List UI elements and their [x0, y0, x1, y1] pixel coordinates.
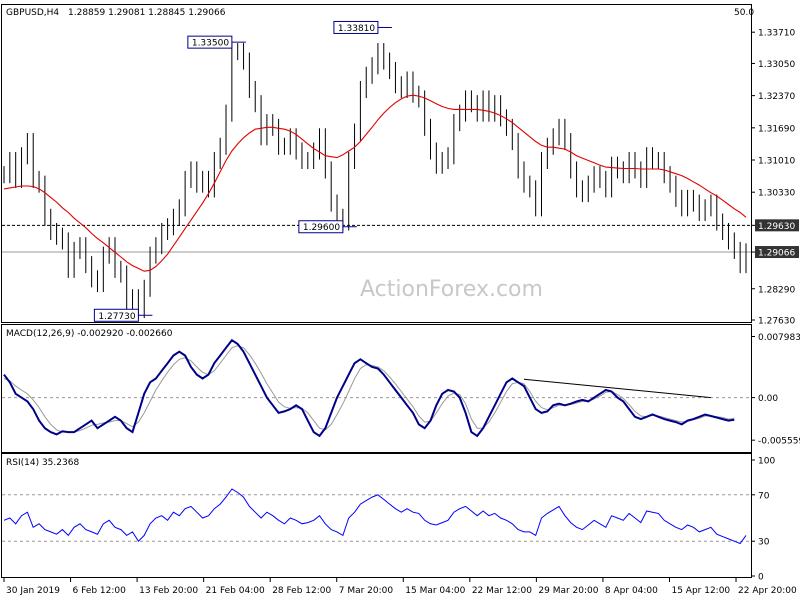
- price-annotation-label: 1.27730: [98, 312, 135, 322]
- watermark: ActionForex.com: [360, 277, 543, 302]
- x-axis-tick-label: 21 Feb 04:00: [206, 586, 265, 596]
- price-axis-tick-label: 1.29630: [758, 222, 795, 232]
- forex-chart: ActionForex.com GBPUSD,H4 1.28859 1.2908…: [0, 0, 800, 600]
- price-axis-tick-label: 1.27630: [758, 317, 795, 327]
- price-axis-tick-label: 1.33050: [758, 60, 795, 70]
- x-axis-tick-label: 6 Feb 12:00: [73, 586, 127, 596]
- price-axis-tick-label: 1.33710: [758, 29, 795, 39]
- x-axis-tick-label: 15 Apr 12:00: [671, 586, 730, 596]
- corner-value: 50.0: [734, 8, 754, 18]
- macd-title: MACD(12,26,9) -0.002920 -0.002660: [6, 329, 173, 339]
- price-axis-tick-label: 1.30330: [758, 189, 795, 199]
- x-axis-tick-label: 29 Mar 20:00: [538, 586, 598, 596]
- x-axis-tick-label: 13 Feb 20:00: [139, 586, 198, 596]
- x-axis-tick-label: 22 Mar 12:00: [472, 586, 532, 596]
- x-axis-tick-label: 7 Mar 20:00: [339, 586, 394, 596]
- price-axis-tick-label: 1.32370: [758, 92, 795, 102]
- rsi-axis-tick-label: 30: [758, 538, 770, 548]
- x-axis-tick-label: 8 Apr 04:00: [605, 586, 658, 596]
- price-title: GBPUSD,H4: [6, 8, 59, 18]
- price-axis-tick-label: 1.29066: [758, 249, 795, 259]
- x-axis-tick-label: 15 Mar 04:00: [405, 586, 465, 596]
- rsi-axis-tick-label: 100: [758, 457, 775, 467]
- x-axis-tick-label: 28 Feb 12:00: [272, 586, 331, 596]
- price-annotation-label: 1.33500: [192, 39, 229, 49]
- price-axis-tick-label: 1.31010: [758, 157, 795, 167]
- price-annotation-label: 1.33810: [338, 24, 375, 34]
- macd-axis-tick-label: 0.007983: [758, 333, 800, 343]
- macd-axis-tick-label: -0.005559: [758, 437, 800, 447]
- x-axis-tick-label: 30 Jan 2019: [6, 586, 60, 596]
- rsi-title: RSI(14) 35.2368: [6, 458, 79, 468]
- macd-axis-tick-label: 0.00: [758, 394, 778, 404]
- price-axis-tick-label: 1.31690: [758, 124, 795, 134]
- price-axis-tick-label: 1.28290: [758, 285, 795, 295]
- price-annotation-label: 1.29600: [303, 223, 340, 233]
- ohlc-values: 1.28859 1.29081 1.28845 1.29066: [68, 8, 226, 18]
- x-axis-tick-label: 22 Apr 20:00: [738, 586, 797, 596]
- rsi-axis-tick-label: 0: [758, 573, 764, 583]
- rsi-axis-tick-label: 70: [758, 491, 770, 501]
